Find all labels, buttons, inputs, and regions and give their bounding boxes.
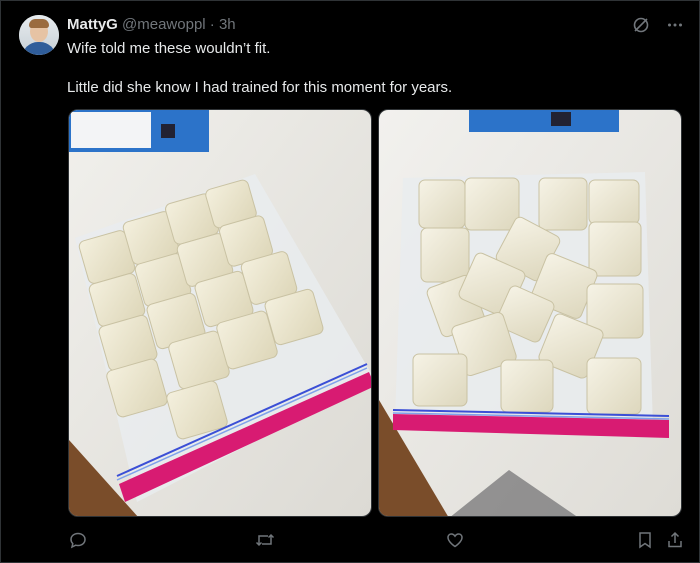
bookmark-icon[interactable] <box>634 529 656 551</box>
timestamp[interactable]: 3h <box>219 16 236 33</box>
grok-icon[interactable] <box>631 15 651 35</box>
avatar[interactable] <box>19 15 59 55</box>
tweet-photo-1[interactable] <box>68 109 372 517</box>
tweet-photo-2[interactable] <box>378 109 682 517</box>
tweet-text-line-1: Wife told me these wouldn’t fit. <box>67 40 271 57</box>
reply-icon[interactable] <box>67 529 89 551</box>
author-name[interactable]: MattyG <box>67 16 118 33</box>
retweet-icon[interactable] <box>254 529 276 551</box>
heart-icon[interactable] <box>444 529 466 551</box>
tweet-header: MattyG @meawoppl · 3h <box>67 16 236 34</box>
more-icon[interactable] <box>665 15 685 35</box>
tweet-actions <box>67 529 685 551</box>
share-icon[interactable] <box>664 529 686 551</box>
tweet-card: MattyG @meawoppl · 3h Wife told me these… <box>0 0 700 563</box>
tweet-top-actions <box>631 15 685 35</box>
separator-dot: · <box>209 16 215 33</box>
tweet-text-line-2: Little did she know I had trained for th… <box>67 79 453 96</box>
author-handle[interactable]: @meawoppl <box>122 16 206 33</box>
